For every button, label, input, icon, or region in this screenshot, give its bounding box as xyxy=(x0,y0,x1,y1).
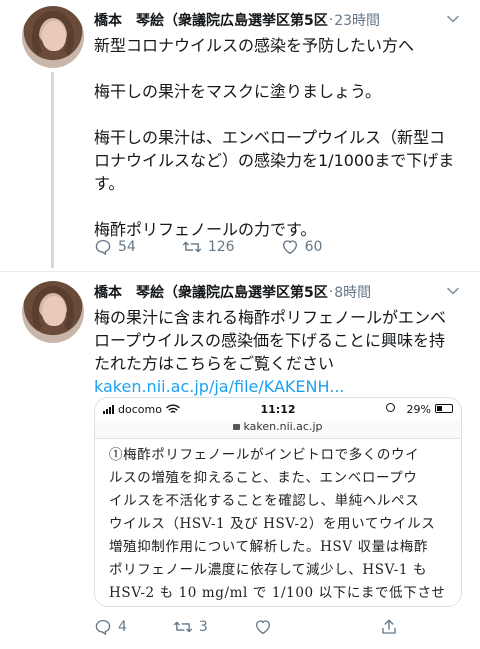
battery-level: 29% xyxy=(406,402,431,416)
url-text: kaken.nii.ac.jp xyxy=(243,420,323,433)
tweet-text-line: す。 xyxy=(94,174,125,193)
display-name[interactable]: 橋本 琴絵（衆議院広島選挙区第5区 xyxy=(94,10,328,30)
reply-icon xyxy=(95,619,111,635)
share-icon xyxy=(382,619,396,634)
like-button[interactable] xyxy=(254,618,278,636)
retweet-count: 126 xyxy=(207,239,235,255)
tweet-body: 新型コロナウイルスの感染を予防したい方へ 梅干しの果汁をマスクに塗りましょう。 … xyxy=(94,34,460,241)
doc-line: 増殖抑制作用について解析した。HSV 収量は梅酢 xyxy=(109,539,429,555)
display-name[interactable]: 橋本 琴絵（衆議院広島選挙区第5区 xyxy=(94,282,328,302)
tweet-header: 橋本 琴絵（衆議院広島選挙区第5区 · 8時間 xyxy=(94,278,371,306)
timestamp[interactable]: 23時間 xyxy=(334,10,380,30)
avatar-face xyxy=(42,21,66,51)
doc-line: ポリフェノール濃度に依存して減少し、HSV-1 も xyxy=(109,562,428,578)
tweet-link[interactable]: kaken.nii.ac.jp/ja/file/KAKENH... xyxy=(94,377,344,396)
timestamp[interactable]: 8時間 xyxy=(334,282,371,302)
heart-icon xyxy=(255,620,270,635)
reply-count: 54 xyxy=(118,239,136,255)
heart-icon xyxy=(282,240,297,255)
retweet-icon xyxy=(173,621,193,633)
avatar[interactable] xyxy=(22,281,84,343)
separator: · xyxy=(328,284,334,300)
like-count: 60 xyxy=(304,239,323,255)
phone-status-bar: docomo 11:12 29% xyxy=(95,398,461,420)
tweet-text-line: 梅干しの果汁をマスクに塗りましょう。 xyxy=(94,82,382,101)
address-bar[interactable]: kaken.nii.ac.jp xyxy=(95,420,461,439)
doc-line: ルスの増殖を抑えること、また、エンベロープウ xyxy=(109,470,418,486)
reply-button[interactable]: 4 xyxy=(94,618,127,636)
battery-icon xyxy=(435,404,453,413)
tweet-text-line: たれた方はこちらをご覧ください xyxy=(94,354,335,373)
tweet-header: 橋本 琴絵（衆議院広島選挙区第5区 · 23時間 xyxy=(94,6,380,34)
retweet-icon xyxy=(182,241,201,253)
chevron-down-icon[interactable] xyxy=(446,12,460,26)
retweet-button[interactable]: 3 xyxy=(173,618,208,636)
like-button[interactable]: 60 xyxy=(281,238,323,256)
tweet-1[interactable]: 橋本 琴絵（衆議院広島選挙区第5区 · 23時間 新型コロナウイルスの感染を予防… xyxy=(0,0,480,270)
tweet-actions: 54 126 60 xyxy=(94,236,368,258)
chevron-down-icon[interactable] xyxy=(446,284,460,298)
alarm-icon xyxy=(386,403,395,412)
doc-line: ウイルス（HSV-1 及び HSV-2）を用いてウイルス xyxy=(109,516,436,532)
separator: · xyxy=(328,12,334,28)
retweet-button[interactable]: 126 xyxy=(182,238,235,256)
tweet-text-line: ロナウイルスなど）の感染力を1/1000まで下げま xyxy=(94,151,455,170)
tweet-body: 梅の果汁に含まれる梅酢ポリフェノールがエンベ ロープウイルスの感染価を下げること… xyxy=(94,306,460,398)
tweet-text-line: 新型コロナウイルスの感染を予防したい方へ xyxy=(94,36,415,55)
document-snippet: ①梅酢ポリフェノールがインビトロで多くのウイ ルスの増殖を抑えること、また、エン… xyxy=(95,439,461,606)
tweet-text-line: 梅の果汁に含まれる梅酢ポリフェノールがエンベ xyxy=(94,308,447,327)
reply-count: 4 xyxy=(118,619,127,635)
avatar[interactable] xyxy=(22,6,84,68)
tweet-text-line: 梅干しの果汁は、エンベロープウイルス（新型コ xyxy=(94,128,446,147)
tweet-text-line: ロープウイルスの感染価を下げることに興味を持 xyxy=(94,331,446,350)
link-card[interactable]: docomo 11:12 29% kaken.nii.ac.jp ①梅酢ポリフェ… xyxy=(94,397,462,607)
reply-icon xyxy=(95,239,111,255)
thread-line xyxy=(51,72,54,268)
avatar-face xyxy=(42,296,66,326)
doc-line: イルスを不活化することを確認し、単純ヘルペス xyxy=(109,493,420,509)
tweet-actions: 4 3 xyxy=(94,616,324,638)
lock-icon xyxy=(233,424,241,430)
reply-button[interactable]: 54 xyxy=(94,238,136,256)
doc-line: HSV-2 も 10 mg/ml で 1/100 以下にまで低下させ xyxy=(109,585,446,601)
share-button[interactable] xyxy=(380,618,404,636)
doc-line: ①梅酢ポリフェノールがインビトロで多くのウイ xyxy=(109,447,420,463)
retweet-count: 3 xyxy=(198,619,208,635)
